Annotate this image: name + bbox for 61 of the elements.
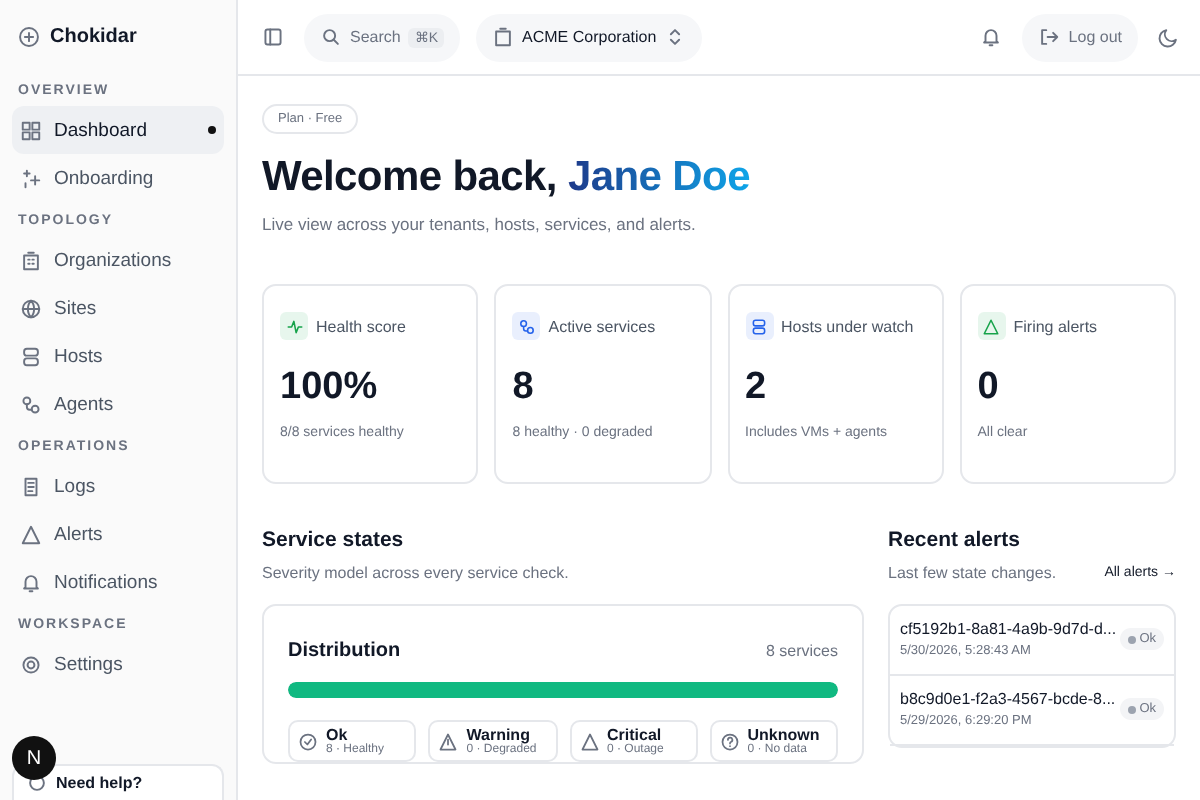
scroll-icon <box>20 475 42 497</box>
sidebar-toggle-icon[interactable] <box>258 22 288 52</box>
sidebar-item[interactable]: Dashboard <box>12 106 224 154</box>
panel-icon <box>262 26 284 48</box>
sidebar-item[interactable]: Agents <box>12 380 224 428</box>
warning-icon <box>438 731 459 751</box>
sidebar-item[interactable]: Alerts <box>12 510 224 558</box>
sparkle-icon <box>20 167 42 189</box>
card-value: 0 <box>977 366 1001 410</box>
card-label: Hosts under watch <box>781 317 914 335</box>
section-title: Service states <box>262 528 406 552</box>
link-icon <box>20 393 42 415</box>
bell-icon <box>980 26 1003 48</box>
state-label: Ok <box>326 726 348 744</box>
question-icon <box>719 731 740 751</box>
welcome-heading: Welcome back, Jane Doe <box>262 154 752 202</box>
card-value: 8 <box>512 366 536 410</box>
triangle-icon <box>982 317 1001 335</box>
state-label: Critical <box>607 726 662 744</box>
section-subtitle: Last few state changes. <box>888 564 1057 582</box>
card-label: Health score <box>316 317 406 335</box>
pulse-icon <box>285 317 303 335</box>
state-label: Unknown <box>747 726 820 744</box>
triangle-icon <box>20 523 42 545</box>
section-subtitle: Severity model across every service check. <box>262 564 569 582</box>
alert-id: cf5192b1-8a81-4a9b-9d7d-d... <box>900 620 1117 638</box>
alert-triangle-icon <box>579 731 599 751</box>
section-title: Recent alerts <box>888 528 1022 552</box>
sidebar-item[interactable]: Logs <box>12 462 224 510</box>
logo-icon <box>18 25 40 47</box>
check-circle-icon <box>298 731 318 751</box>
sidebar-item[interactable]: Notifications <box>12 558 224 606</box>
globe-icon <box>20 297 42 319</box>
server-icon <box>20 345 42 367</box>
card-label: Firing alerts <box>1013 317 1098 335</box>
grid-icon <box>20 119 42 141</box>
moon-icon <box>1158 26 1180 48</box>
link-icon <box>517 317 536 335</box>
organization-selector[interactable]: ACME Corporation <box>476 13 703 61</box>
state-label: Warning <box>466 726 530 744</box>
alert-id: b8c9d0e1-f2a3-4567-bcde-8... <box>900 690 1116 708</box>
sidebar-item[interactable]: Hosts <box>12 332 224 380</box>
service-count: 8 services <box>765 642 838 660</box>
card-value: 100% <box>280 366 380 410</box>
logout-button[interactable]: Log out <box>1022 13 1138 61</box>
sidebar-item[interactable]: Settings <box>12 640 224 688</box>
card-title: Distribution <box>288 640 401 662</box>
card-value: 2 <box>745 366 769 410</box>
sidebar-item[interactable]: Onboarding <box>12 154 224 202</box>
search-icon <box>320 26 342 48</box>
logout-icon <box>1038 26 1061 48</box>
help-title: Need help? <box>56 774 143 792</box>
sidebar-item[interactable]: Organizations <box>12 236 224 284</box>
help-card[interactable]: Need help? <box>12 764 224 800</box>
avatar[interactable]: N <box>12 736 56 780</box>
brand-name: Chokidar <box>50 25 137 47</box>
bell-icon <box>20 571 42 593</box>
card-label: Active services <box>548 317 656 335</box>
page-subtitle: Live view across your tenants, hosts, services, and alerts. <box>262 214 698 234</box>
server-icon <box>750 317 768 335</box>
sidebar-item[interactable]: Sites <box>12 284 224 332</box>
